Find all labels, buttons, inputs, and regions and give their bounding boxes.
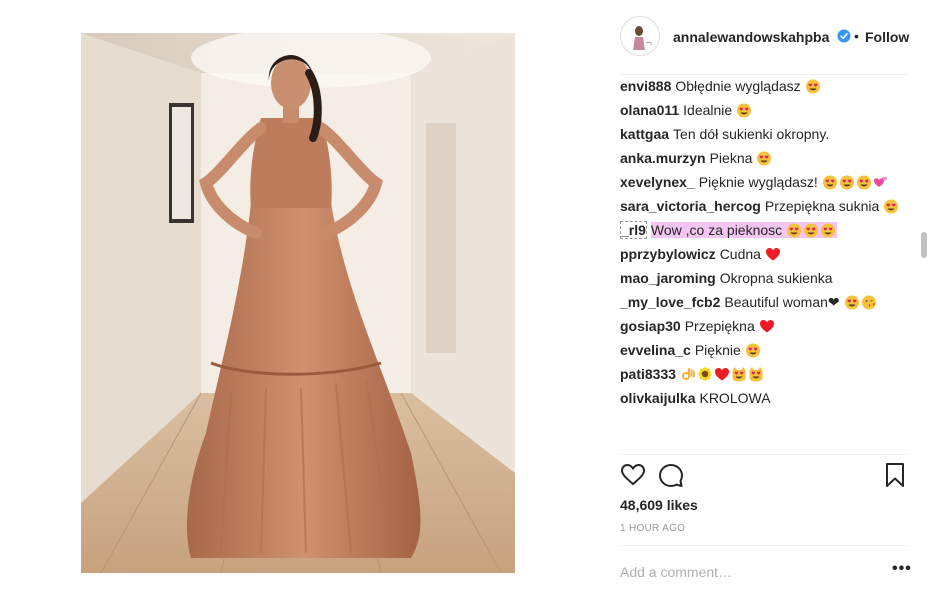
comment-username[interactable]: envi888: [620, 78, 671, 94]
heart-eyes-emoji-icon: [736, 101, 752, 118]
comment-text: Cudna: [719, 246, 761, 262]
comment-text: Beautiful woman❤: [724, 294, 840, 310]
comment-text: Okropna sukienka: [719, 270, 833, 286]
comment-item: evvelina_c Pięknie: [620, 338, 916, 362]
comment-text: Przepiękna: [684, 318, 755, 334]
comment-item: _rl9 Wow ,co za pieknosc: [620, 218, 916, 242]
comment-body: Przepiękna: [685, 318, 776, 334]
post-actions: [620, 462, 910, 492]
comment-body: KROLOWA: [699, 390, 770, 406]
comment-item: pati8333: [620, 362, 916, 386]
comment-username[interactable]: olivkaijulka: [620, 390, 695, 406]
comment-username[interactable]: xevelynex_: [620, 174, 695, 190]
comments-list[interactable]: envi888 Obłędnie wyglądasz olana011 Idealn…: [620, 74, 916, 454]
comment-username[interactable]: _my_love_fcb2: [620, 294, 720, 310]
heart-eyes-emoji-icon: [803, 221, 819, 238]
comment-body: Okropna sukienka: [720, 270, 833, 286]
heart-outline-icon[interactable]: [620, 462, 646, 488]
comment-body: Obłędnie wyglądasz: [675, 78, 821, 94]
verified-badge-icon: [837, 29, 851, 43]
heart-eyes-emoji-icon: [839, 173, 855, 190]
comment-body: Pięknie: [695, 342, 762, 358]
more-options-icon[interactable]: •••: [892, 560, 912, 578]
heart-eyes-emoji-icon: [856, 173, 872, 190]
heart-eyes-emoji-icon: [786, 221, 802, 238]
post-username[interactable]: annalewandowskahpba: [673, 29, 829, 45]
comment-item: gosiap30 Przepiękna: [620, 314, 916, 338]
comment-body: Cudna: [720, 246, 782, 262]
comment-body: Idealnie: [683, 102, 753, 118]
heart-eyes-emoji-icon: [844, 293, 860, 310]
comment-item: olivkaijulka KROLOWA: [620, 386, 916, 410]
ok-hand-emoji-icon: [680, 365, 696, 381]
post-header: annalewandowskahpba • Follow: [596, 0, 932, 74]
comment-item: sara_victoria_hercog Przepiękna suknia: [620, 194, 916, 218]
comment-body: Piekna: [710, 150, 774, 166]
post-photo[interactable]: [81, 33, 515, 573]
comment-username[interactable]: gosiap30: [620, 318, 681, 334]
comment-username[interactable]: evvelina_c: [620, 342, 691, 358]
comment-item: xevelynex_ Pięknie wyglądasz!: [620, 170, 916, 194]
comment-item: envi888 Obłędnie wyglądasz: [620, 74, 916, 98]
heart-eyes-cat-emoji-icon: [731, 365, 747, 382]
kiss-face-emoji-icon: [861, 293, 877, 310]
comment-text: Piekna: [709, 150, 753, 166]
avatar-icon[interactable]: [620, 16, 660, 56]
comments-divider: [620, 454, 908, 455]
speech-bubble-icon[interactable]: [658, 462, 684, 488]
comment-text: Idealnie: [683, 102, 733, 118]
red-heart-emoji-icon: [714, 365, 730, 381]
comment-body: Pięknie wyglądasz!: [699, 174, 890, 190]
follow-button[interactable]: Follow: [865, 29, 909, 45]
comment-username[interactable]: kattgaa: [620, 126, 669, 142]
heart-eyes-emoji-icon: [756, 149, 772, 166]
pink-hearts-emoji-icon: [873, 173, 889, 189]
comment-item: mao_jaroming Okropna sukienka: [620, 266, 916, 290]
heart-eyes-emoji-icon: [883, 197, 899, 214]
comment-username[interactable]: pati8333: [620, 366, 676, 382]
comment-username[interactable]: pprzybylowicz: [620, 246, 716, 262]
red-heart-emoji-icon: [759, 317, 775, 333]
comment-body: Beautiful woman❤: [724, 294, 877, 310]
comment-text: KROLOWA: [699, 390, 771, 406]
post-media-area: [0, 0, 596, 597]
comment-item: _my_love_fcb2 Beautiful woman❤: [620, 290, 916, 314]
heart-eyes-emoji-icon: [805, 77, 821, 94]
photo-illustration: [81, 33, 515, 573]
red-heart-emoji-icon: [765, 245, 781, 261]
comment-text: Wow ,co za pieknosc: [650, 222, 783, 238]
comment-text: Przepiękna suknia: [764, 198, 880, 214]
post-side-panel: annalewandowskahpba • Follow envi888 Obłę…: [596, 0, 932, 597]
sunflower-emoji-icon: [697, 365, 713, 381]
post-timestamp: 1 HOUR AGO: [620, 523, 686, 534]
comment-body: Wow ,co za pieknosc: [650, 221, 838, 238]
comment-body: Ten dół sukienki okropny.: [673, 126, 829, 142]
comment-item: olana011 Idealnie: [620, 98, 916, 122]
comment-username[interactable]: _rl9: [620, 221, 647, 239]
comment-text: Ten dół sukienki okropny.: [673, 126, 830, 142]
comment-item: anka.murzyn Piekna: [620, 146, 916, 170]
add-comment-input[interactable]: [620, 562, 880, 582]
comment-text: Obłędnie wyglądasz: [675, 78, 801, 94]
comment-username[interactable]: anka.murzyn: [620, 150, 706, 166]
heart-eyes-emoji-icon: [820, 221, 836, 238]
comment-username[interactable]: olana011: [620, 102, 679, 118]
comment-username[interactable]: sara_victoria_hercog: [620, 198, 761, 214]
likes-count[interactable]: 48,609 likes: [620, 497, 698, 513]
heart-eyes-cat-emoji-icon: [748, 365, 764, 382]
heart-eyes-emoji-icon: [745, 341, 761, 358]
heart-eyes-emoji-icon: [822, 173, 838, 190]
comment-username[interactable]: mao_jaroming: [620, 270, 716, 286]
comment-body: [680, 366, 765, 382]
comment-text: Pięknie wyglądasz!: [698, 174, 818, 190]
comment-item: pprzybylowicz Cudna: [620, 242, 916, 266]
comment-item: kattgaa Ten dół sukienki okropny.: [620, 122, 916, 146]
add-comment-divider: [620, 545, 908, 546]
header-separator: •: [854, 28, 859, 44]
comment-text: Pięknie: [694, 342, 741, 358]
avatar-illustration: [621, 17, 659, 55]
bookmark-icon[interactable]: [882, 462, 908, 488]
comment-body: Przepiękna suknia: [765, 198, 900, 214]
comments-scrollbar[interactable]: [921, 232, 927, 258]
